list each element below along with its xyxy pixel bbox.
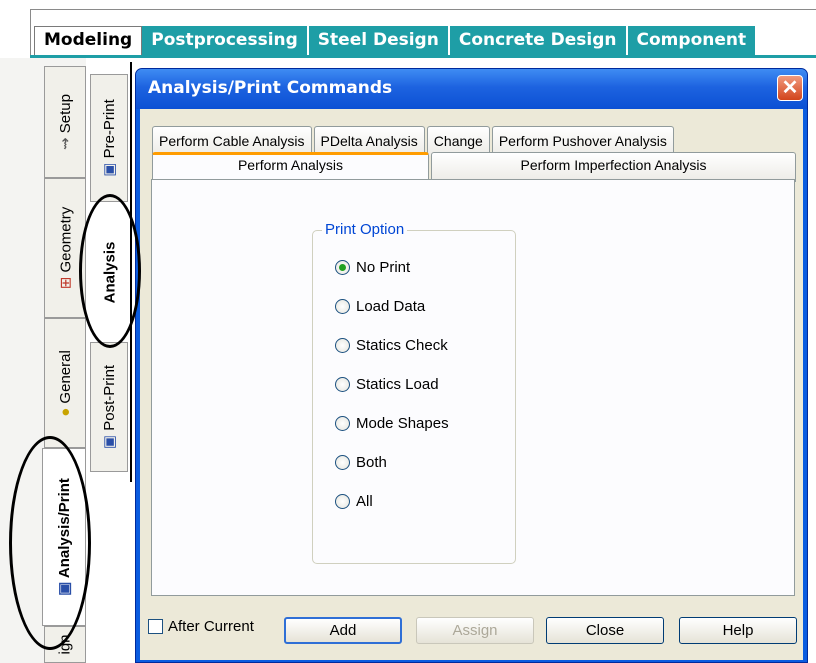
page-tab-setup-label: Setup <box>57 94 75 134</box>
radio-button[interactable] <box>335 338 350 353</box>
radio-mode-shapes[interactable]: Mode Shapes <box>335 415 449 432</box>
page-tab-geometry-label: Geometry <box>57 206 75 273</box>
radio-label: All <box>356 493 373 510</box>
mode-tab-steel-design[interactable]: Steel Design <box>308 26 450 56</box>
close-button[interactable]: Close <box>546 617 664 644</box>
page-tab-analysis-print[interactable]: ▣ Analysis/Print <box>42 448 86 626</box>
radio-button[interactable] <box>335 455 350 470</box>
page-tab-design[interactable]: ign <box>44 626 86 663</box>
radio-statics-load[interactable]: Statics Load <box>335 376 439 393</box>
analysis-print-icon: ▣ <box>56 578 73 596</box>
radio-label: Statics Load <box>356 376 439 393</box>
geometry-icon: ⊞ <box>57 272 75 290</box>
general-icon: ● <box>56 403 74 417</box>
close-icon[interactable]: ✕ <box>777 75 803 101</box>
add-button[interactable]: Add <box>284 617 402 644</box>
sub-tab-panel: ▣ Pre-Print Analysis ▣ Post-Print <box>86 62 132 482</box>
page-tab-geometry[interactable]: ⊞ Geometry <box>44 178 86 318</box>
sub-tab-analysis[interactable]: Analysis <box>90 202 130 342</box>
mode-tab-modeling[interactable]: Modeling <box>34 26 143 56</box>
page-tab-setup[interactable]: ⇝ Setup <box>44 66 86 178</box>
mode-tab-component[interactable]: Component <box>627 26 758 56</box>
help-button[interactable]: Help <box>679 617 797 644</box>
sub-tab-pre-print-label: Pre-Print <box>101 99 118 159</box>
radio-label: Statics Check <box>356 337 448 354</box>
pre-print-icon: ▣ <box>101 158 118 177</box>
tab-perform-imperfection-analysis[interactable]: Perform Imperfection Analysis <box>431 152 796 182</box>
assign-button[interactable]: Assign <box>416 617 534 644</box>
setup-icon: ⇝ <box>57 133 75 150</box>
app-window: Modeling Postprocessing Steel Design Con… <box>0 0 816 663</box>
dialog-titlebar[interactable]: Analysis/Print Commands ✕ <box>136 69 807 109</box>
radio-button[interactable] <box>335 494 350 509</box>
dialog-title: Analysis/Print Commands <box>148 78 393 98</box>
radio-statics-check[interactable]: Statics Check <box>335 337 448 354</box>
mode-tab-concrete-design[interactable]: Concrete Design <box>449 26 628 56</box>
radio-all[interactable]: All <box>335 493 373 510</box>
sub-tab-post-print-label: Post-Print <box>101 364 119 431</box>
page-tab-general[interactable]: ● General <box>44 318 86 448</box>
radio-button[interactable] <box>335 260 350 275</box>
radio-label: Load Data <box>356 298 426 315</box>
radio-button[interactable] <box>335 377 350 392</box>
radio-both[interactable]: Both <box>335 454 387 471</box>
radio-load-data[interactable]: Load Data <box>335 298 425 315</box>
print-option-title: Print Option <box>322 221 408 238</box>
radio-button[interactable] <box>335 299 350 314</box>
sub-tab-post-print[interactable]: ▣ Post-Print <box>90 342 128 472</box>
radio-label: Mode Shapes <box>356 415 449 432</box>
radio-label: Both <box>356 454 387 471</box>
after-current-checkbox[interactable] <box>148 619 163 634</box>
mode-tab-underline <box>30 55 816 58</box>
mode-tab-bar: Modeling Postprocessing Steel Design Con… <box>34 26 758 56</box>
page-tab-design-label: ign <box>56 634 74 655</box>
radio-label: No Print <box>356 259 411 276</box>
mode-tab-postprocessing[interactable]: Postprocessing <box>142 26 309 56</box>
page-tab-general-label: General <box>56 349 74 404</box>
print-option-group: Print Option No Print Load Data Statics … <box>312 221 516 564</box>
sub-tab-analysis-label: Analysis <box>101 241 119 303</box>
tab-page-perform-analysis: Print Option No Print Load Data Statics … <box>151 179 795 596</box>
radio-no-print[interactable]: No Print <box>335 259 410 276</box>
dialog-button-bar: After Current Add Assign Close Help <box>148 610 808 650</box>
page-tab-analysis-print-label: Analysis/Print <box>56 478 73 579</box>
after-current-checkbox-row[interactable]: After Current <box>148 618 254 635</box>
radio-button[interactable] <box>335 416 350 431</box>
tab-perform-analysis[interactable]: Perform Analysis <box>152 152 429 182</box>
post-print-icon: ▣ <box>101 430 119 450</box>
tab-row-lower: Perform Analysis Perform Imperfection An… <box>152 152 798 182</box>
after-current-label: After Current <box>168 618 254 635</box>
sub-tab-pre-print[interactable]: ▣ Pre-Print <box>90 74 128 202</box>
page-control-panel: ⇝ Setup ⊞ Geometry ● General ▣ Analysis/… <box>0 58 86 663</box>
